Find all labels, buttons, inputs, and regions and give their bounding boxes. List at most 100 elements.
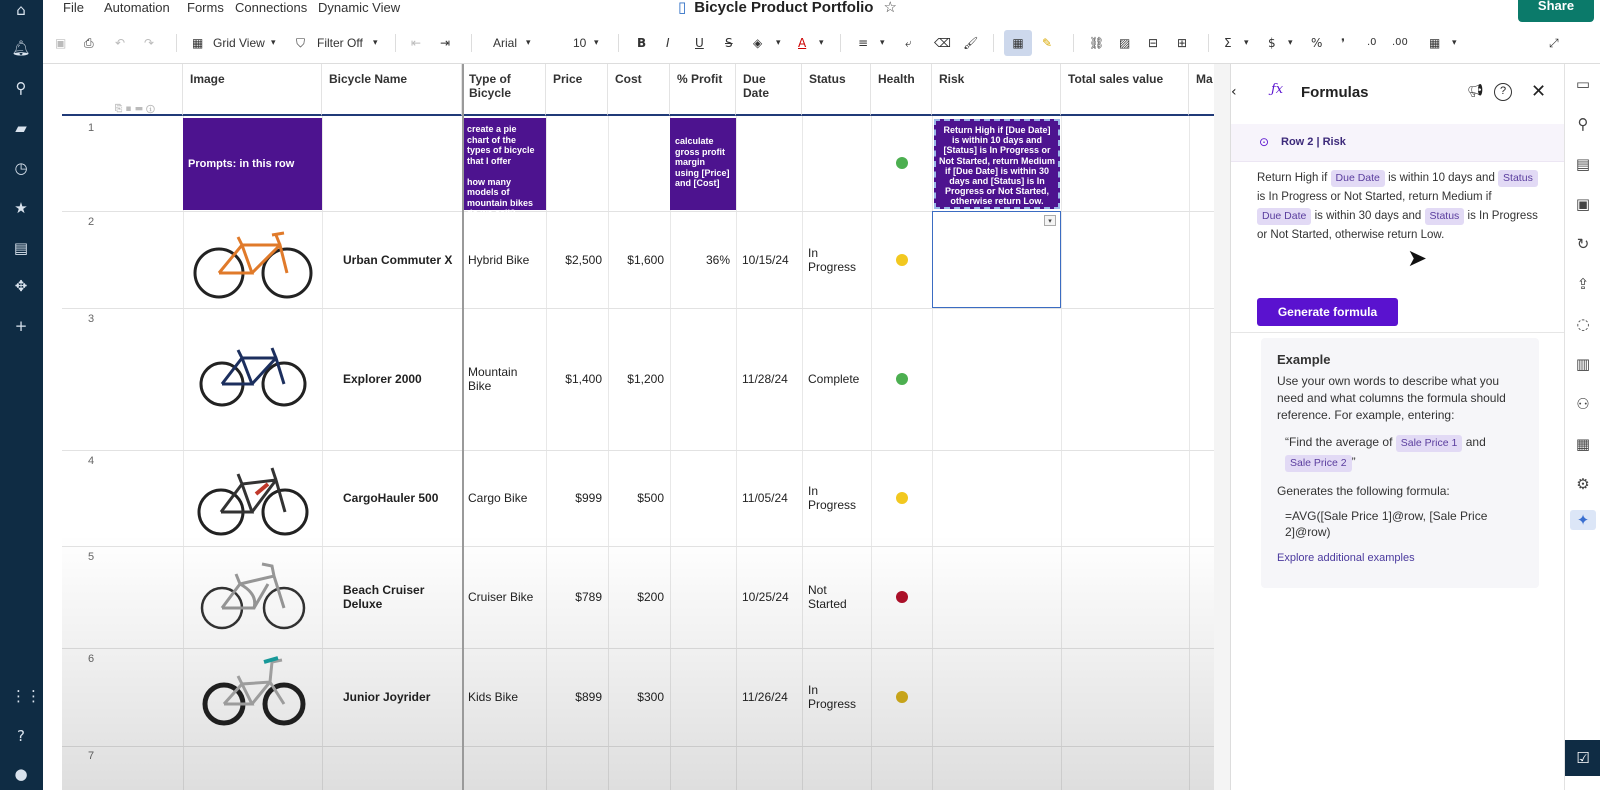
clear-format-icon[interactable]: ⌫ [934, 30, 951, 56]
profit-cell[interactable] [670, 450, 736, 546]
status-cell[interactable]: In Progress [802, 648, 871, 746]
chevron-down-icon[interactable]: ▾ [880, 30, 885, 56]
cost-cell[interactable]: $1,200 [608, 308, 670, 450]
type-cell[interactable]: Cruiser Bike [462, 546, 546, 648]
font-size-select[interactable]: 10 [573, 30, 586, 56]
close-icon[interactable]: ✕ [1531, 81, 1546, 102]
chevron-down-icon[interactable]: ▾ [1452, 30, 1457, 56]
expand-icon[interactable]: ⤢ [1549, 30, 1559, 56]
chevron-down-icon[interactable]: ▾ [526, 30, 531, 56]
thousands-separator-icon[interactable]: ❜ [1341, 30, 1345, 56]
due-date-cell[interactable]: 11/28/24 [736, 308, 802, 450]
workspaces-icon[interactable]: ▤ [11, 238, 31, 258]
launcher-grid-icon[interactable]: ⋮⋮ [11, 686, 41, 706]
menu-dynamic-view[interactable]: Dynamic View [318, 0, 400, 15]
type-cell[interactable]: Kids Bike [462, 648, 546, 746]
redo-icon[interactable]: ↷ [144, 30, 154, 56]
proofing-icon[interactable]: ▤ [1573, 154, 1593, 174]
favorite-star-icon[interactable]: ☆ [883, 0, 896, 16]
sum-icon[interactable]: Σ [1224, 30, 1232, 56]
column-props-icon[interactable]: ⊞ [1177, 30, 1187, 56]
due-date-cell[interactable]: 11/05/24 [736, 450, 802, 546]
ai-sparkle-icon[interactable]: ✦ [1570, 510, 1596, 530]
insert-row-icon[interactable]: ⊟ [1148, 30, 1158, 56]
menu-forms[interactable]: Forms [187, 0, 224, 15]
undo-icon[interactable]: ↶ [115, 30, 125, 56]
bicycle-name-cell[interactable]: Urban Commuter X [337, 211, 462, 308]
profit-cell[interactable] [670, 308, 736, 450]
column-header-cost[interactable]: Cost [608, 64, 670, 116]
column-header-ma[interactable]: Ma [1189, 64, 1214, 116]
cost-cell[interactable]: $200 [608, 546, 670, 648]
attachments-icon[interactable]: ⚲ [1573, 114, 1593, 134]
prompt-cell-profit[interactable]: calculate gross profit margin using [Pri… [670, 118, 736, 210]
type-cell[interactable]: Hybrid Bike [462, 211, 546, 308]
megaphone-feedback-icon[interactable]: 📢︎ [1467, 84, 1484, 99]
apps-puzzle-icon[interactable]: ✥ [11, 276, 31, 296]
cost-cell[interactable]: $500 [608, 450, 670, 546]
row-number[interactable]: 7 [62, 750, 182, 762]
prompt-cell-type[interactable]: create a pie chart of the types of bicyc… [462, 118, 546, 218]
favorites-star-icon[interactable]: ★ [11, 198, 31, 218]
column-header-due-date[interactable]: Due Date [736, 64, 802, 116]
indent-icon[interactable]: ⇥ [440, 30, 450, 56]
currency-icon[interactable]: $ [1268, 30, 1276, 56]
italic-icon[interactable]: I [666, 30, 670, 56]
due-date-cell[interactable]: 10/15/24 [736, 211, 802, 308]
highlight-icon[interactable]: ✎ [1042, 30, 1052, 56]
prompt-text[interactable]: Return High if Due Date is within 10 day… [1257, 169, 1543, 245]
prompt-cell-risk[interactable]: Return High if [Due Date] is within 10 d… [934, 119, 1060, 209]
type-cell[interactable]: Cargo Bike [462, 450, 546, 546]
wrap-text-icon[interactable]: ⤶ [905, 30, 912, 56]
row-number[interactable]: 6 [62, 653, 182, 665]
chevron-down-icon[interactable]: ▾ [1288, 30, 1293, 56]
status-cell[interactable]: In Progress [802, 211, 871, 308]
row-number[interactable]: 4 [62, 455, 182, 467]
bicycle-name-cell[interactable]: CargoHauler 500 [337, 450, 462, 546]
publish-icon[interactable]: ⇪ [1573, 274, 1593, 294]
cell-dropdown-icon[interactable]: ▾ [1044, 215, 1056, 226]
activity-log-icon[interactable]: ↻ [1573, 234, 1593, 254]
due-date-cell[interactable]: 10/25/24 [736, 546, 802, 648]
insert-image-icon[interactable]: ▨ [1119, 30, 1130, 56]
format-painter-icon[interactable]: 🖌︎ [963, 30, 978, 56]
chevron-down-icon[interactable]: ▾ [373, 30, 378, 56]
status-cell[interactable]: Not Started [802, 546, 871, 648]
price-cell[interactable]: $2,500 [546, 211, 608, 308]
menu-connections[interactable]: Connections [235, 0, 307, 15]
decrease-decimal-icon[interactable]: .0 [1367, 30, 1377, 56]
fill-color-icon[interactable]: ◈ [753, 30, 762, 56]
comments-icon[interactable]: ▭ [1573, 74, 1593, 94]
due-date-cell[interactable]: 11/26/24 [736, 648, 802, 746]
status-cell[interactable]: Complete [802, 308, 871, 450]
menu-file[interactable]: File [63, 0, 84, 15]
align-icon[interactable]: ≡ [858, 30, 868, 56]
outdent-icon[interactable]: ⇤ [411, 30, 421, 56]
column-header-bicycle-name[interactable]: Bicycle Name [322, 64, 462, 116]
recents-clock-icon[interactable]: ◷ [11, 158, 31, 178]
frozen-column-divider[interactable] [462, 64, 464, 790]
row-number[interactable]: 2 [62, 216, 182, 228]
column-header-total-sales[interactable]: Total sales value [1061, 64, 1189, 116]
menu-automation[interactable]: Automation [104, 0, 170, 15]
bold-icon[interactable]: B [637, 30, 646, 56]
underline-icon[interactable]: U [695, 30, 704, 56]
bicycle-name-cell[interactable]: Explorer 2000 [337, 308, 462, 450]
explore-examples-link[interactable]: Explore additional examples [1277, 552, 1523, 564]
column-header-profit[interactable]: % Profit [670, 64, 736, 116]
selected-cell-risk[interactable] [932, 211, 1061, 308]
chevron-down-icon[interactable]: ▾ [819, 30, 824, 56]
checklist-icon[interactable]: ☑ [1565, 740, 1600, 776]
generate-formula-button[interactable]: Generate formula [1257, 298, 1398, 326]
help-icon[interactable]: ? [11, 726, 31, 746]
profit-cell[interactable]: 36% [670, 211, 736, 308]
column-header-price[interactable]: Price [546, 64, 608, 116]
prompt-cell-image[interactable]: Prompts: in this row [183, 118, 322, 210]
home-icon[interactable]: ⌂ [11, 0, 31, 20]
forms-icon[interactable]: ▥ [1573, 354, 1593, 374]
summary-icon[interactable]: ▣ [1573, 194, 1593, 214]
row-number[interactable]: 5 [62, 551, 182, 563]
status-cell[interactable]: In Progress [802, 450, 871, 546]
save-icon[interactable]: ▣ [55, 30, 66, 56]
print-icon[interactable]: ⎙ [84, 30, 94, 56]
